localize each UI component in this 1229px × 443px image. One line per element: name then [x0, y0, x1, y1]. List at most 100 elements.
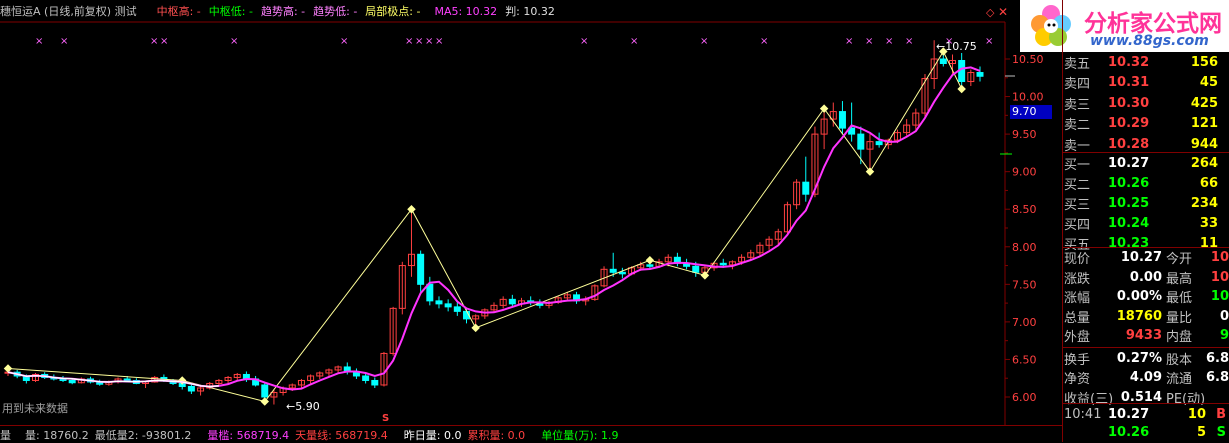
- indicator-value: 中枢低: -: [208, 5, 253, 18]
- quote-label: 买二: [1064, 177, 1091, 193]
- candle-body: [261, 384, 269, 398]
- signal-x-marker: ×: [35, 36, 43, 47]
- quote-price: 10.26: [1108, 175, 1150, 191]
- volume-indicator-bar: 量量: 18760.2 最低量2: -93801.2 量槛: 568719.4 天量线…: [0, 425, 1062, 443]
- tick-side: S: [1216, 425, 1226, 440]
- info-label: 内盘: [1166, 330, 1193, 345]
- info-value: 0.00%: [1116, 289, 1162, 304]
- info-label: 流通: [1166, 372, 1193, 387]
- info-value: 10: [1210, 269, 1229, 285]
- ma5-value: MA5: 10.32: [434, 4, 498, 18]
- candle-body: [508, 298, 516, 305]
- candle-body: [857, 133, 865, 150]
- indicator-value: 趋势高: -: [260, 5, 306, 18]
- candle-body: [618, 271, 626, 275]
- candle-body: [426, 283, 434, 302]
- info-label: 现价: [1064, 252, 1091, 267]
- y-axis-label: 9.00: [1012, 166, 1037, 179]
- info-label: 换手: [1064, 352, 1091, 368]
- candle-body: [453, 306, 461, 312]
- quote-label: 卖四: [1064, 77, 1091, 92]
- signal-x-marker: ×: [865, 36, 873, 47]
- y-axis-label: 7.50: [1012, 278, 1037, 291]
- diamond-icon[interactable]: ◇: [986, 6, 994, 19]
- volume-indicator-6: 累积量: 0.0: [467, 428, 526, 442]
- tick-row: 10.26 5 S: [1064, 423, 1229, 442]
- quote-volume: 66: [1199, 175, 1218, 191]
- volume-indicator-0: 量: [0, 428, 11, 442]
- sell-level-row[interactable]: 卖一 10.28 944: [1064, 134, 1229, 154]
- candle-body: [609, 268, 617, 273]
- signal-x-marker: ×: [230, 36, 238, 47]
- y-axis-label: 9.50: [1012, 128, 1037, 141]
- sell-level-row[interactable]: 卖五 10.32 156: [1064, 52, 1229, 72]
- info-label: 涨幅: [1064, 291, 1091, 306]
- volume-indicator-5: 昨日量: 0.0: [403, 428, 462, 442]
- candle-body: [838, 111, 846, 129]
- signal-x-marker: ×: [845, 36, 853, 47]
- buy-level-row[interactable]: 买三 10.25 234: [1064, 193, 1229, 213]
- buy-level-row[interactable]: 买二 10.26 66: [1064, 173, 1229, 193]
- signal-x-marker: ×: [425, 36, 433, 47]
- info-value: 10.27: [1120, 250, 1162, 265]
- close-icon[interactable]: ✕: [998, 5, 1008, 19]
- quote-volume: 33: [1199, 216, 1218, 232]
- info-value: 0: [1219, 308, 1229, 324]
- signal-x-marker: ×: [700, 36, 708, 47]
- quote-label: 卖五: [1064, 56, 1091, 72]
- y-axis-label: 8.00: [1012, 241, 1037, 254]
- info-label: 最低: [1166, 291, 1193, 306]
- tick-volume: 10: [1187, 407, 1206, 422]
- kline-chart[interactable]: 10.50 10.00 9.50 9.00 8.50 8.00 7.50 7.00 6.50 6.…: [0, 0, 1062, 425]
- buy-level-row[interactable]: 买四 10.24 33: [1064, 214, 1229, 234]
- signal-x-marker: ×: [405, 36, 413, 47]
- candle-body: [692, 265, 700, 273]
- quote-volume: 425: [1190, 95, 1218, 111]
- y-axis-label: 6.50: [1012, 353, 1037, 366]
- indicator-value: 趋势低: -: [313, 5, 358, 18]
- info-value: 6.8: [1205, 370, 1229, 385]
- info-label: 今开: [1166, 252, 1193, 267]
- judge-value: 判: 10.32: [505, 5, 555, 18]
- info-value: 18760: [1116, 308, 1162, 324]
- candle-body: [875, 141, 883, 146]
- info-value: 9433: [1125, 328, 1162, 343]
- candle-body: [444, 303, 452, 308]
- info-label: 净资: [1064, 372, 1091, 387]
- tick-side: B: [1216, 407, 1226, 422]
- quote-volume: 156: [1190, 54, 1218, 70]
- indicator-value: 局部极点: -: [365, 5, 421, 18]
- quote-price: 10.27: [1108, 155, 1150, 171]
- volume-indicator-7: 单位量(万): 1.9: [541, 428, 619, 442]
- quote-price: 10.31: [1108, 75, 1150, 90]
- candle-body: [417, 253, 425, 285]
- sell-level-row[interactable]: 卖四 10.31 45: [1064, 73, 1229, 93]
- signal-x-marker: ×: [885, 36, 893, 47]
- buy-level-row[interactable]: 买一 10.27 264: [1064, 153, 1229, 173]
- stock-info-row: 现价 10.27 今开 10: [1064, 248, 1229, 267]
- stock-info-row: 外盘 9433 内盘 9: [1064, 326, 1229, 345]
- info-label: 量比: [1166, 310, 1193, 326]
- candle-body: [976, 72, 984, 77]
- y-axis-label: 8.50: [1012, 203, 1037, 216]
- info-label: 最高: [1166, 271, 1193, 287]
- stock-info-row: 换手 0.27% 股本 6.8: [1064, 349, 1229, 368]
- divider: [1063, 403, 1229, 404]
- candle-body: [939, 58, 947, 65]
- info-value: 10: [1210, 289, 1229, 304]
- stock-info-row: 总量 18760 量比 0: [1064, 307, 1229, 326]
- info-value: 0.27%: [1116, 350, 1162, 366]
- sell-level-row[interactable]: 卖三 10.30 425: [1064, 93, 1229, 113]
- indicator-title-bar: 穗恒运A (日线,前复权) 测试 中枢高: - 中枢低: - 趋势高: - 趋势…: [0, 0, 1000, 22]
- tick-volume: 5: [1196, 425, 1206, 440]
- sell-level-row[interactable]: 卖二 10.29 121: [1064, 114, 1229, 134]
- y-axis-label: 10.50: [1012, 53, 1044, 66]
- volume-indicator-2: 最低量2: -93801.2: [94, 428, 192, 442]
- signal-x-marker: ×: [160, 36, 168, 47]
- quote-price: 10.24: [1108, 216, 1150, 232]
- quote-volume: 121: [1190, 116, 1218, 131]
- quote-price: 10.30: [1108, 95, 1150, 111]
- info-value: 9: [1219, 328, 1229, 343]
- kline-chart-area[interactable]: 10.50 10.00 9.50 9.00 8.50 8.00 7.50 7.00 6.50 6.…: [0, 0, 1062, 425]
- low-label: ←5.90: [286, 400, 320, 413]
